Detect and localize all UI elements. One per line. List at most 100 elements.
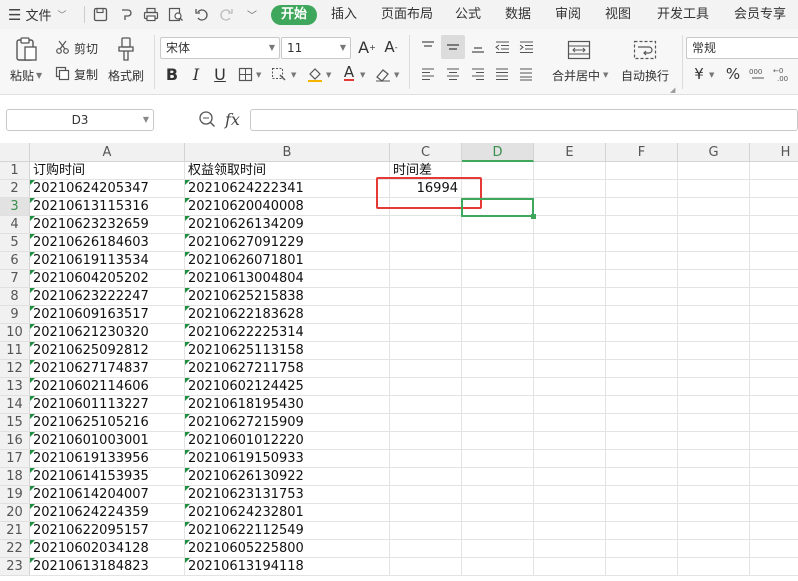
cell-f[interactable] — [606, 378, 678, 396]
row-header[interactable]: 1 — [0, 162, 30, 180]
cell-h[interactable] — [750, 360, 798, 378]
cell-h[interactable] — [750, 450, 798, 468]
cell-d[interactable] — [462, 360, 534, 378]
font-size-select[interactable]: 11 ▼ — [281, 37, 351, 59]
cell-f[interactable] — [606, 324, 678, 342]
row-header[interactable]: 2 — [0, 180, 30, 198]
row-header[interactable]: 5 — [0, 234, 30, 252]
cell-g[interactable] — [678, 378, 750, 396]
cell-a[interactable]: 20210602034128 — [30, 540, 185, 558]
cell-b[interactable]: 20210623131753 — [185, 486, 390, 504]
cell-e[interactable] — [534, 216, 606, 234]
cell-b[interactable]: 20210627215909 — [185, 414, 390, 432]
cell-f[interactable] — [606, 342, 678, 360]
cell-g[interactable] — [678, 540, 750, 558]
cell-h[interactable] — [750, 378, 798, 396]
column-header-d[interactable]: D — [462, 143, 534, 162]
increase-decimal-icon[interactable]: ←0.00 — [772, 64, 794, 84]
cell-d[interactable] — [462, 396, 534, 414]
cell-b[interactable]: 20210622225314 — [185, 324, 390, 342]
cell-h[interactable] — [750, 306, 798, 324]
file-menu[interactable]: ☰ 文件 ﹀ — [8, 0, 66, 29]
cell-g[interactable] — [678, 234, 750, 252]
cell-f[interactable] — [606, 306, 678, 324]
cell-g[interactable] — [678, 306, 750, 324]
cell-c[interactable] — [390, 396, 462, 414]
cell-g[interactable] — [678, 504, 750, 522]
tab-formula[interactable]: 公式 — [455, 5, 481, 25]
cell-c[interactable] — [390, 504, 462, 522]
cell-a[interactable]: 20210624205347 — [30, 180, 185, 198]
column-header-h[interactable]: H — [750, 143, 798, 162]
cell-c[interactable] — [390, 252, 462, 270]
cell-a[interactable]: 20210609163517 — [30, 306, 185, 324]
fill-color-dropdown-icon[interactable]: ▼ — [326, 71, 331, 79]
cell-e[interactable] — [534, 288, 606, 306]
redo-icon[interactable] — [216, 4, 236, 24]
cell-a[interactable]: 20210623232659 — [30, 216, 185, 234]
cell-g[interactable] — [678, 216, 750, 234]
cell-f[interactable] — [606, 360, 678, 378]
cell-b[interactable]: 20210626134209 — [185, 216, 390, 234]
paste-label[interactable]: 粘贴 — [10, 67, 34, 84]
select-all-corner[interactable] — [0, 143, 30, 162]
cell-g[interactable] — [678, 270, 750, 288]
cell-f[interactable] — [606, 396, 678, 414]
cell-g[interactable] — [678, 288, 750, 306]
cell-a[interactable]: 20210601113227 — [30, 396, 185, 414]
cell-g[interactable] — [678, 252, 750, 270]
cell-e[interactable] — [534, 234, 606, 252]
cell-a[interactable]: 20210627174837 — [30, 360, 185, 378]
row-header[interactable]: 13 — [0, 378, 30, 396]
cell-h[interactable] — [750, 180, 798, 198]
cell-c[interactable] — [390, 432, 462, 450]
cell-e[interactable] — [534, 522, 606, 540]
cell-g[interactable] — [678, 342, 750, 360]
cell-d[interactable] — [462, 252, 534, 270]
tab-data[interactable]: 数据 — [505, 5, 531, 25]
cell-h[interactable] — [750, 252, 798, 270]
more-chevron-icon[interactable]: ﹀ — [242, 4, 262, 24]
cell-d[interactable] — [462, 486, 534, 504]
decrease-indent-icon[interactable] — [492, 37, 512, 57]
cell-d[interactable] — [462, 342, 534, 360]
cell-c[interactable] — [390, 450, 462, 468]
cell-f[interactable] — [606, 198, 678, 216]
cell-h[interactable] — [750, 468, 798, 486]
cell-a[interactable]: 20210624224359 — [30, 504, 185, 522]
cell-h[interactable] — [750, 234, 798, 252]
cell-b[interactable]: 20210613004804 — [185, 270, 390, 288]
column-header-e[interactable]: E — [534, 143, 606, 162]
tab-start[interactable]: 开始 — [271, 5, 318, 25]
cell-a[interactable]: 20210602114606 — [30, 378, 185, 396]
cell-h[interactable] — [750, 162, 798, 180]
cell-f[interactable] — [606, 558, 678, 576]
cell-f[interactable] — [606, 432, 678, 450]
cell-d[interactable] — [462, 306, 534, 324]
cell-h[interactable] — [750, 414, 798, 432]
cell-e[interactable] — [534, 486, 606, 504]
cell-c[interactable] — [390, 558, 462, 576]
increase-font-icon[interactable]: A + — [357, 37, 377, 57]
cell-g[interactable] — [678, 414, 750, 432]
cell-h[interactable] — [750, 504, 798, 522]
cell-c[interactable] — [390, 540, 462, 558]
fx-icon[interactable]: fx — [225, 110, 240, 129]
cell-h[interactable] — [750, 324, 798, 342]
increase-indent-icon[interactable] — [516, 37, 536, 57]
cell-a[interactable]: 20210614153935 — [30, 468, 185, 486]
row-header[interactable]: 16 — [0, 432, 30, 450]
percent-icon[interactable]: % — [724, 64, 742, 84]
cell-d[interactable] — [462, 558, 534, 576]
cell-d[interactable] — [462, 234, 534, 252]
cell-e[interactable] — [534, 270, 606, 288]
cell-g[interactable] — [678, 396, 750, 414]
font-color-dropdown-icon[interactable]: ▼ — [360, 71, 365, 79]
thousands-separator-icon[interactable]: 000 — [748, 64, 768, 84]
wrap-text-icon[interactable] — [632, 39, 658, 61]
save-icon[interactable] — [90, 4, 110, 24]
merge-center-icon[interactable] — [566, 39, 592, 61]
column-header-c[interactable]: C — [390, 143, 462, 162]
cell-f[interactable] — [606, 252, 678, 270]
cell-d[interactable] — [462, 270, 534, 288]
